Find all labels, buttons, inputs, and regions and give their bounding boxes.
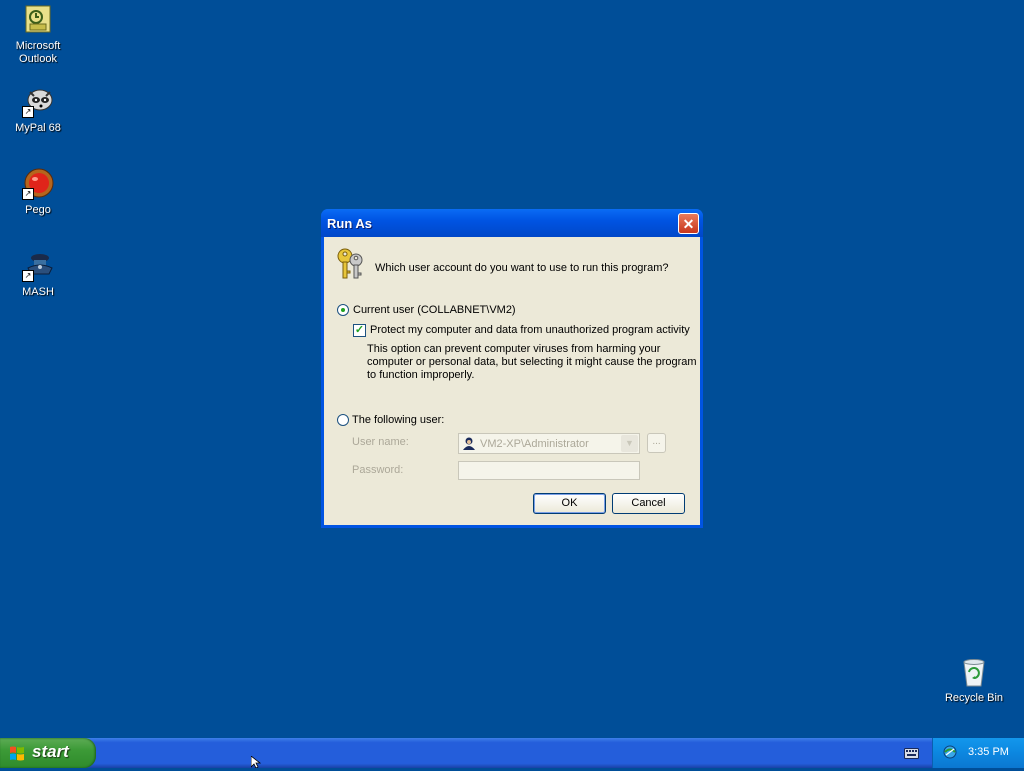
desktop-icon-label: Pego [25,204,51,216]
taskbar: start 3:35 PM [0,738,1024,768]
password-field[interactable] [458,461,640,480]
username-label: User name: [352,436,409,448]
password-label: Password: [352,464,404,476]
user-icon [463,437,475,450]
network-icon[interactable] [942,744,958,760]
description-line: computer or personal data, but selecting… [367,356,697,368]
desktop-icon-pego[interactable]: ↗ Pego [0,168,76,217]
outlook-icon [22,4,54,36]
start-button[interactable]: start [0,738,96,768]
username-combobox[interactable]: VM2-XP\Administrator ▼ [458,433,640,454]
dialog-title-bar[interactable]: Run As ✕ [321,209,703,237]
run-as-dialog: Run As ✕ Which user account do you want … [321,209,703,528]
start-label: start [32,742,69,761]
desktop-icon-microsoft-outlook[interactable]: Microsoft Outlook [0,4,76,66]
chevron-down-icon[interactable]: ▼ [621,435,638,452]
shortcut-arrow-icon: ↗ [22,188,34,200]
following-user-radio[interactable] [337,414,349,426]
system-tray: 3:35 PM [932,738,1024,768]
pego-icon: ↗ [22,168,54,200]
mouse-pointer-icon [250,755,262,769]
desktop-icon-label: MASH [22,286,54,298]
shortcut-arrow-icon: ↗ [22,270,34,282]
following-user-label[interactable]: The following user: [352,414,444,426]
description-line: This option can prevent computer viruses… [367,343,661,355]
description-line: to function improperly. [367,369,475,381]
username-value: VM2-XP\Administrator [480,438,589,450]
desktop-icon-label: Recycle Bin [944,692,1004,704]
desktop-icon-mash[interactable]: ↗ MASH [0,250,76,299]
cancel-button[interactable]: Cancel [612,493,685,514]
close-button[interactable]: ✕ [678,213,699,234]
desktop-icon-label: Outlook [19,53,57,65]
current-user-label[interactable]: Current user (COLLABNET\VM2) [353,304,516,316]
windows-logo-icon [9,745,25,761]
desktop-icon-label: Microsoft [15,40,61,52]
browse-button[interactable]: ... [647,433,666,453]
dialog-body: Which user account do you want to use to… [324,237,700,525]
mypal-raccoon-icon: ↗ [22,86,54,118]
ok-button[interactable]: OK [533,493,606,514]
desktop-icon-label: MyPal 68 [15,122,61,134]
mash-icon: ↗ [22,250,54,282]
close-icon: ✕ [682,216,695,232]
protect-checkbox[interactable]: ✓ [353,324,366,337]
clock[interactable]: 3:35 PM [968,746,1009,758]
keys-icon [334,247,368,281]
prompt-text: Which user account do you want to use to… [375,262,669,274]
keyboard-icon[interactable] [904,748,919,759]
protect-description: This option can prevent computer viruses… [367,343,697,382]
desktop-icon-mypal[interactable]: ↗ MyPal 68 [0,86,76,135]
recycle-bin-icon [958,656,990,688]
shortcut-arrow-icon: ↗ [22,106,34,118]
current-user-radio[interactable] [337,304,349,316]
protect-label[interactable]: Protect my computer and data from unauth… [370,324,690,336]
dialog-title: Run As [327,216,373,231]
desktop-icon-recycle-bin[interactable]: Recycle Bin [936,656,1012,705]
